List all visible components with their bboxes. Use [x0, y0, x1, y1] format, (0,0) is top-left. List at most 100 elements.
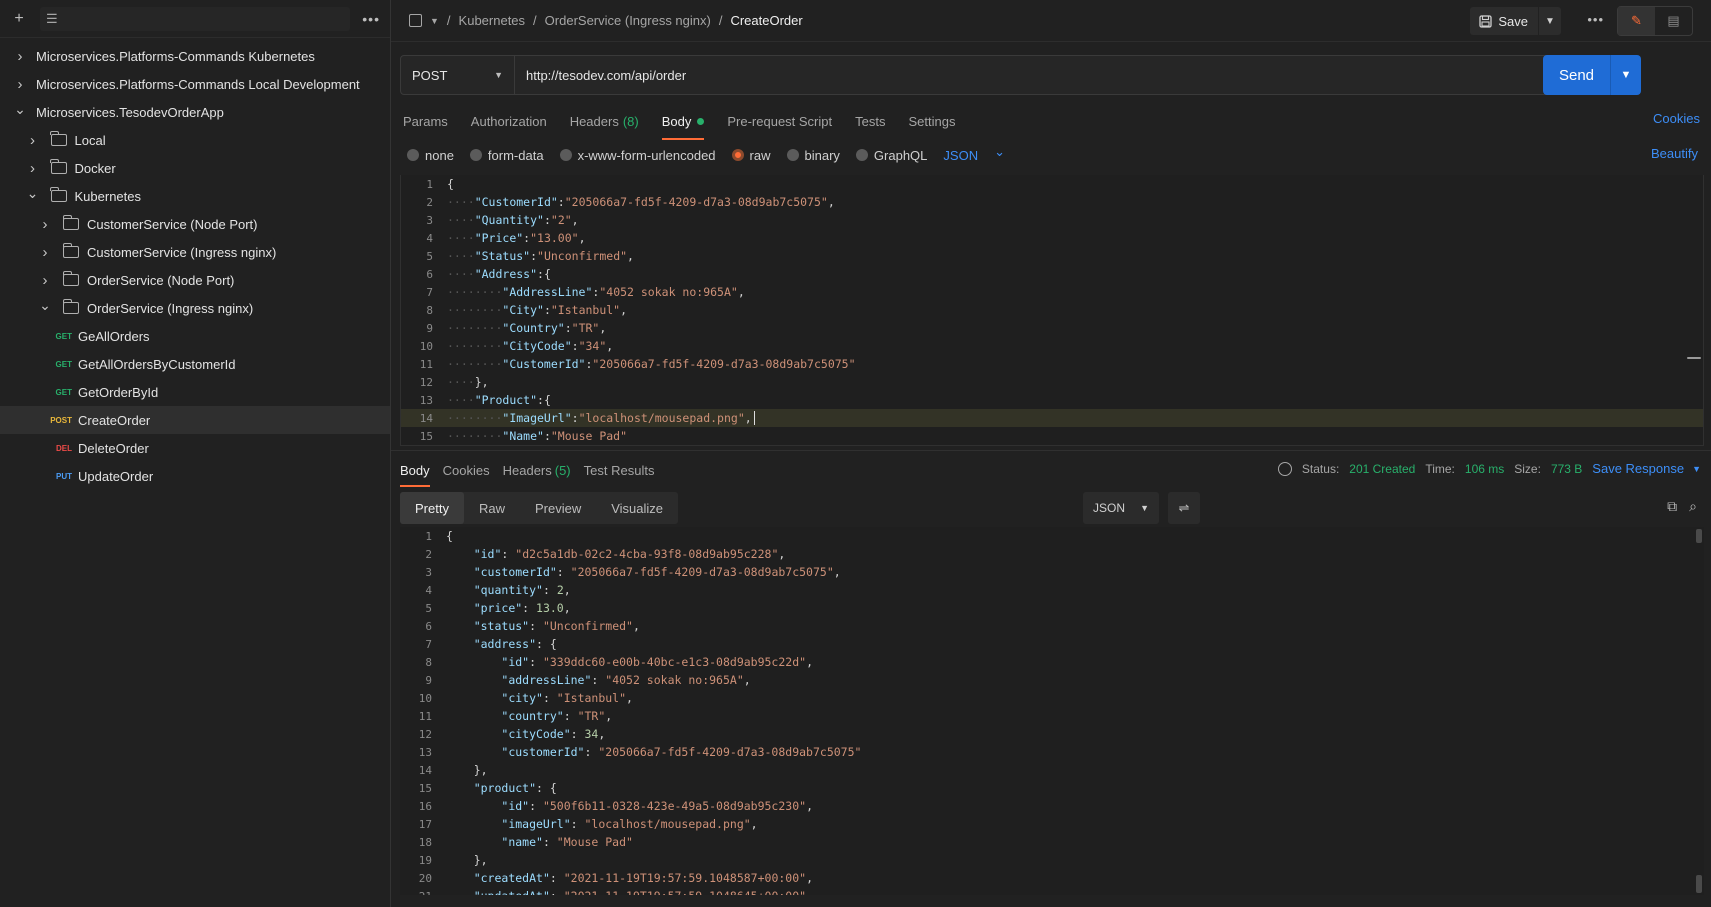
save-response-button[interactable]: Save Response ▼: [1592, 461, 1701, 476]
radio-dot-icon[interactable]: [731, 149, 744, 161]
url-input[interactable]: http://tesodev.com/api/order: [515, 55, 1597, 95]
response-format-select[interactable]: JSON ▼: [1083, 492, 1159, 524]
radio-raw[interactable]: raw: [731, 148, 771, 163]
search-icon[interactable]: ⌕: [1689, 498, 1697, 515]
code-line: 15 ········"Name":"Mouse Pad": [401, 427, 1703, 445]
chevron-down-icon[interactable]: ⌄: [39, 297, 51, 314]
radio-x-www-form-urlencoded[interactable]: x-www-form-urlencoded: [559, 148, 716, 163]
tree-item[interactable]: GET GetAllOrdersByCustomerId: [0, 350, 390, 378]
request-name[interactable]: CreateOrder: [730, 13, 802, 28]
tab-authorization[interactable]: Authorization: [471, 108, 547, 134]
tree-item[interactable]: › Docker: [0, 154, 390, 182]
radio-dot-icon[interactable]: [559, 149, 572, 161]
breadcrumb-kubernetes[interactable]: Kubernetes: [459, 13, 526, 28]
request-more-button[interactable]: •••: [1587, 12, 1604, 27]
response-tab-headers[interactable]: Headers (5): [503, 460, 571, 480]
chevron-right-icon[interactable]: ›: [27, 160, 39, 177]
view-preview[interactable]: Preview: [520, 492, 596, 524]
tree-item[interactable]: ⌄ OrderService (Ingress nginx): [0, 294, 390, 322]
tree-item[interactable]: › CustomerService (Node Port): [0, 210, 390, 238]
chevron-right-icon[interactable]: ›: [14, 48, 26, 65]
comments-icon[interactable]: ▤: [1655, 7, 1692, 35]
save-button[interactable]: Save: [1470, 7, 1539, 35]
wrap-lines-icon[interactable]: ⇌: [1168, 492, 1200, 524]
status-label: Status:: [1301, 461, 1340, 476]
view-visualize[interactable]: Visualize: [596, 492, 678, 524]
tree-item[interactable]: › Microservices.Platforms-Commands Local …: [0, 70, 390, 98]
tree-item[interactable]: › Microservices.Platforms-Commands Kubern…: [0, 42, 390, 70]
chevron-right-icon[interactable]: ›: [27, 132, 39, 149]
tab-tests[interactable]: Tests: [855, 108, 885, 134]
plus-icon[interactable]: +: [10, 10, 28, 28]
sidebar-more-button[interactable]: •••: [362, 11, 380, 27]
save-options-chevron-icon[interactable]: ▼: [1539, 16, 1561, 27]
radio-form-data[interactable]: form-data: [469, 148, 544, 163]
tree-item[interactable]: › OrderService (Node Port): [0, 266, 390, 294]
response-tab-test-results[interactable]: Test Results: [584, 460, 655, 480]
chevron-down-icon[interactable]: ▼: [430, 16, 439, 26]
breadcrumb-orderservice[interactable]: OrderService (Ingress nginx): [545, 13, 711, 28]
chevron-right-icon[interactable]: ›: [39, 244, 51, 261]
edit-pencil-icon[interactable]: ✎: [1618, 7, 1655, 35]
response-tab-body[interactable]: Body: [400, 460, 430, 487]
radio-GraphQL[interactable]: GraphQL: [855, 148, 927, 163]
raw-format-label: JSON: [943, 147, 979, 163]
tab-pre-request-script[interactable]: Pre-request Script: [727, 108, 832, 134]
pane-divider[interactable]: [391, 450, 1711, 451]
tree-item[interactable]: ⌄ Kubernetes: [0, 182, 390, 210]
chevron-down-icon[interactable]: ⌄: [27, 185, 39, 202]
tree-item[interactable]: ⌄ Microservices.TesodevOrderApp: [0, 98, 390, 126]
tab-params[interactable]: Params: [403, 108, 448, 134]
response-body-viewer[interactable]: 1{2 "id": "d2c5a1db-02c2-4cba-93f8-08d9a…: [400, 527, 1704, 895]
code-text: "customerId": "205066a7-fd5f-4209-d7a3-0…: [501, 745, 862, 759]
radio-binary[interactable]: binary: [786, 148, 840, 163]
tree-item[interactable]: GET GetOrderById: [0, 378, 390, 406]
chevron-right-icon[interactable]: ›: [39, 216, 51, 233]
status-value[interactable]: 201 Created: [1349, 462, 1415, 476]
chevron-right-icon[interactable]: ›: [39, 272, 51, 289]
tree-item[interactable]: PUT UpdateOrder: [0, 462, 390, 490]
raw-format-select[interactable]: JSON ⌄: [943, 144, 1005, 163]
radio-dot-icon[interactable]: [469, 149, 482, 161]
tree-item[interactable]: POST CreateOrder: [0, 406, 390, 434]
tree-item-label: Microservices.Platforms-Commands Local D…: [36, 76, 360, 92]
filter-input[interactable]: ☰: [40, 6, 351, 31]
send-options-chevron-icon[interactable]: ▼: [1611, 55, 1641, 95]
method-badge: GET: [55, 331, 72, 341]
radio-dot-icon[interactable]: [855, 149, 868, 161]
radio-dot-icon[interactable]: [407, 149, 419, 161]
view-raw[interactable]: Raw: [464, 492, 520, 524]
copy-icon[interactable]: ⧉: [1667, 498, 1677, 515]
globe-icon[interactable]: [1277, 461, 1292, 476]
tab-count: (8): [622, 113, 639, 129]
tab-headers[interactable]: Headers (8): [570, 108, 639, 134]
request-body-editor[interactable]: 1{2 ····"CustomerId":"205066a7-fd5f-4209-…: [400, 175, 1704, 446]
code-text: "createdAt": "2021-11-19T19:57:59.104858…: [473, 871, 813, 885]
chevron-right-icon[interactable]: ›: [14, 76, 26, 93]
radio-dot-icon[interactable]: [786, 149, 799, 161]
radio-none[interactable]: none: [407, 148, 454, 163]
line-number: 2: [426, 195, 433, 209]
tree-item[interactable]: GET GeAllOrders: [0, 322, 390, 350]
code-line: 8 ········"City":"Istanbul",: [401, 301, 1703, 319]
tree-item[interactable]: › Local: [0, 126, 390, 154]
cookies-link[interactable]: Cookies: [1653, 111, 1700, 126]
send-button[interactable]: Send: [1543, 55, 1611, 95]
save-icon: [1479, 14, 1493, 28]
code-line: 1{: [401, 175, 1703, 193]
response-tab-cookies[interactable]: Cookies: [443, 460, 490, 480]
view-pretty[interactable]: Pretty: [400, 492, 464, 524]
tree-item-label: GetAllOrdersByCustomerId: [78, 356, 236, 372]
tab-settings[interactable]: Settings: [908, 108, 955, 134]
beautify-link[interactable]: Beautify: [1651, 146, 1698, 161]
tree-item[interactable]: › CustomerService (Ingress nginx): [0, 238, 390, 266]
folder-icon: [62, 299, 79, 314]
tab-body[interactable]: Body: [661, 108, 705, 140]
tree-item[interactable]: DEL DeleteOrder: [0, 434, 390, 462]
method-select[interactable]: POST ▼: [400, 55, 515, 95]
code-line: 11 ········"CustomerId":"205066a7-fd5f-42…: [401, 355, 1703, 373]
chevron-down-icon[interactable]: ⌄: [14, 101, 26, 118]
size-value[interactable]: 773 B: [1551, 462, 1582, 476]
time-value[interactable]: 106 ms: [1465, 462, 1504, 476]
request-tab-icon[interactable]: [409, 14, 422, 27]
